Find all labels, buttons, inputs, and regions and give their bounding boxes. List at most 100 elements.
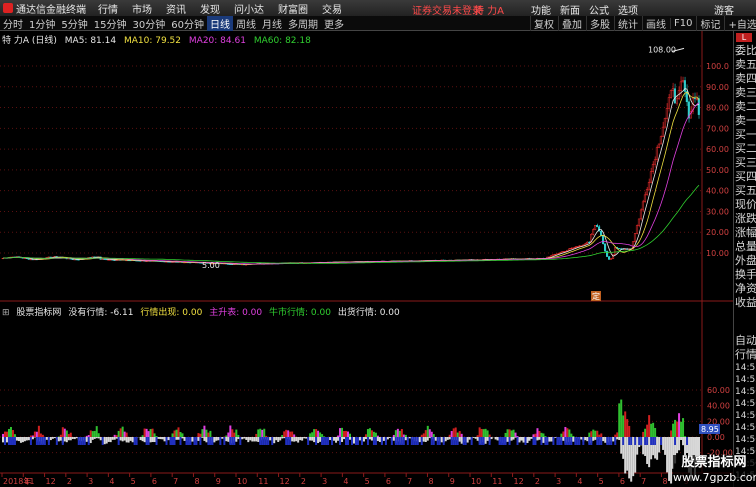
indicator-blue-bar bbox=[101, 437, 104, 445]
indicator-down-bar bbox=[143, 437, 146, 443]
indicator-down-bar bbox=[490, 437, 493, 440]
indicator-down-bar bbox=[197, 437, 200, 441]
trend-out-value: 行情出现: 0.00 bbox=[140, 308, 203, 318]
indicator-blue-bar bbox=[394, 437, 397, 445]
indicator-down-bar bbox=[548, 437, 551, 442]
tab-30min[interactable]: 30分钟 bbox=[129, 16, 168, 31]
indicator-blue-bar bbox=[640, 437, 643, 445]
indicator-down-bar bbox=[364, 437, 367, 440]
indicator-blue-bar bbox=[321, 437, 324, 445]
candle-body bbox=[693, 97, 696, 100]
kline-chart[interactable]: 100.090.0080.0070.0060.0050.0040.0030.00… bbox=[0, 31, 733, 487]
indicator-blue-bar bbox=[133, 437, 136, 445]
tool-adjust[interactable]: 复权 bbox=[530, 16, 557, 31]
indicator-down-bar bbox=[362, 437, 365, 442]
indicator-blue-bar bbox=[55, 437, 58, 445]
menu-news[interactable]: 资讯 bbox=[166, 1, 186, 16]
indicator-down-bar bbox=[69, 437, 72, 441]
indicator-down-bar bbox=[530, 437, 533, 439]
tab-weekly[interactable]: 周线 bbox=[233, 16, 259, 31]
indicator-down-bar bbox=[376, 437, 379, 442]
ma60-line bbox=[2, 184, 700, 264]
candle-body bbox=[576, 246, 579, 248]
date-label: 5 bbox=[131, 477, 136, 486]
menu-quotes[interactable]: 行情 bbox=[98, 1, 118, 16]
indicator-down-bar bbox=[85, 437, 88, 442]
candle-body bbox=[635, 225, 639, 234]
indicator-down-bar bbox=[59, 437, 62, 441]
trade-time: 14:55 bbox=[735, 363, 756, 373]
indicator-down-bar bbox=[119, 437, 122, 441]
side-lower-item[interactable]: 行情 bbox=[734, 348, 756, 362]
indicator-up-bar bbox=[143, 428, 146, 437]
tab-daily[interactable]: 日线 bbox=[206, 15, 233, 31]
tool-add-watchlist[interactable]: +自选 bbox=[724, 16, 756, 31]
tool-overlay[interactable]: 叠加 bbox=[558, 16, 585, 31]
menu-function[interactable]: 功能 bbox=[531, 2, 551, 17]
candle-body bbox=[673, 88, 676, 104]
right-menu: 功能 新面 公式 选项 bbox=[531, 2, 647, 17]
tab-60min[interactable]: 60分钟 bbox=[168, 16, 207, 31]
menu-discover[interactable]: 发现 bbox=[200, 1, 220, 16]
guest-label[interactable]: 游客 bbox=[714, 2, 734, 17]
indicator-up-bar bbox=[596, 430, 599, 437]
indicator-blue-bar bbox=[630, 437, 633, 445]
indicator-blue-bar bbox=[289, 437, 292, 445]
indicator-down-bar bbox=[666, 437, 669, 473]
indicator-down-bar bbox=[31, 437, 34, 440]
indicator-up-bar bbox=[153, 433, 156, 437]
indicator-up-bar bbox=[35, 431, 38, 437]
indicator-down-bar bbox=[215, 437, 218, 441]
tab-multi-period[interactable]: 多周期 bbox=[285, 16, 321, 31]
indicator-blue-bar bbox=[325, 437, 328, 445]
menu-wealth[interactable]: 财富圈 bbox=[278, 1, 308, 16]
indicator-up-bar bbox=[624, 411, 627, 437]
indicator-up-bar bbox=[404, 434, 407, 437]
indicator-name[interactable]: 股票指标网 bbox=[16, 308, 61, 318]
side-lower-item[interactable]: 自动 bbox=[734, 334, 756, 348]
tab-monthly[interactable]: 月线 bbox=[259, 16, 285, 31]
indicator-up-bar bbox=[149, 429, 152, 437]
tab-more[interactable]: 更多 bbox=[321, 16, 347, 31]
indicator-blue-bar bbox=[516, 437, 519, 445]
indicator-blue-bar bbox=[614, 437, 617, 445]
tool-mark[interactable]: 标记 bbox=[696, 16, 723, 31]
indicator-blue-bar bbox=[193, 437, 196, 445]
indicator-blue-bar bbox=[470, 437, 473, 445]
menu-new-page[interactable]: 新面 bbox=[560, 2, 580, 17]
tab-15min[interactable]: 15分钟 bbox=[91, 16, 130, 31]
indicator-down-bar bbox=[245, 437, 248, 440]
menu-ask[interactable]: 问小达 bbox=[234, 1, 264, 16]
indicator-up-bar bbox=[345, 430, 348, 437]
indicator-down-bar bbox=[572, 437, 575, 442]
tool-draw[interactable]: 画线 bbox=[642, 16, 669, 31]
tab-1min[interactable]: 1分钟 bbox=[26, 16, 58, 31]
indicator-blue-bar bbox=[546, 437, 549, 445]
menu-formula[interactable]: 公式 bbox=[589, 2, 609, 17]
indicator-down-bar bbox=[620, 437, 623, 454]
indicator-down-bar bbox=[434, 437, 437, 441]
menu-trade[interactable]: 交易 bbox=[322, 1, 342, 16]
menu-options[interactable]: 选项 bbox=[618, 2, 638, 17]
login-warning[interactable]: 证券交易未登录 bbox=[412, 2, 482, 17]
tool-multi-stock[interactable]: 多股 bbox=[586, 16, 613, 31]
side-item: 卖三 bbox=[735, 86, 756, 99]
indicator-blue-bar bbox=[390, 437, 393, 445]
indicator-up-bar bbox=[510, 430, 513, 437]
indicator-up-bar bbox=[398, 430, 401, 437]
tool-f10[interactable]: F10 bbox=[670, 18, 695, 29]
indicator-down-bar bbox=[335, 437, 338, 443]
menu-market[interactable]: 市场 bbox=[132, 1, 152, 16]
indicator-up-bar bbox=[448, 434, 451, 437]
indicator-down-bar bbox=[269, 437, 272, 441]
menu-bar: 通达信金融终端 行情 市场 资讯 发现 问小达 财富圈 交易 证券交易未登录 特… bbox=[0, 0, 756, 17]
indicator-up-bar bbox=[315, 429, 318, 437]
indicator-up-bar bbox=[13, 434, 16, 437]
tab-timeshare[interactable]: 分时 bbox=[0, 16, 26, 31]
indicator-up-bar bbox=[57, 436, 60, 437]
indicator-up-bar bbox=[31, 435, 34, 437]
indicator-blue-bar bbox=[135, 437, 138, 445]
tab-5min[interactable]: 5分钟 bbox=[58, 16, 90, 31]
tool-stats[interactable]: 统计 bbox=[614, 16, 641, 31]
candle-body bbox=[552, 254, 555, 256]
